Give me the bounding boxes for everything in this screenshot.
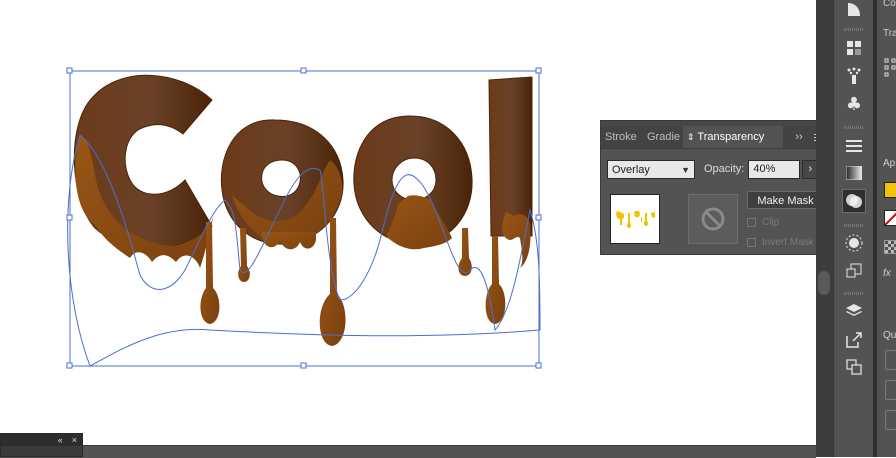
panel-label-transform: Tra bbox=[883, 28, 896, 39]
quick-action-button-2[interactable] bbox=[885, 380, 896, 400]
transparency-circles-icon[interactable] bbox=[842, 189, 866, 213]
export-icon[interactable] bbox=[842, 328, 866, 352]
letter-l-shape bbox=[488, 76, 533, 237]
invert-mask-label: Invert Mask bbox=[762, 237, 814, 248]
collapsed-panel: « × bbox=[0, 433, 83, 457]
gradient-icon[interactable] bbox=[842, 161, 866, 185]
caramel-drip-l bbox=[502, 212, 531, 268]
opacity-checker-icon[interactable] bbox=[884, 240, 896, 254]
chevron-down-icon: ▼ bbox=[681, 164, 690, 175]
clip-label: Clip bbox=[762, 217, 780, 228]
blend-mode-value: Overlay bbox=[612, 163, 650, 176]
caramel-drip-o1-bumps bbox=[262, 232, 316, 250]
tab-gradient[interactable]: Gradie bbox=[643, 126, 683, 148]
caramel-drip-short-1 bbox=[238, 228, 250, 282]
panel-dock-icons: ♣ bbox=[833, 0, 873, 457]
reference-point-icon[interactable] bbox=[884, 58, 896, 78]
handle-bottom-right bbox=[535, 362, 542, 369]
collapse-panel-button[interactable]: ›› bbox=[790, 126, 808, 148]
panel-label-quick-actions: Qu bbox=[883, 330, 896, 341]
graphic-styles-icon[interactable] bbox=[842, 259, 866, 283]
stroke-swatch[interactable] bbox=[884, 210, 896, 226]
caramel-drip-long-2 bbox=[319, 218, 346, 346]
clip-checkbox-box bbox=[747, 218, 756, 227]
blend-mode-dropdown[interactable]: Overlay ▼ bbox=[607, 159, 695, 179]
opacity-input[interactable]: 40% bbox=[748, 159, 801, 179]
no-mask-icon bbox=[701, 207, 725, 231]
invert-mask-checkbox[interactable]: Invert Mask bbox=[747, 237, 814, 248]
quick-action-button-3[interactable] bbox=[885, 410, 896, 430]
caramel-drip-long-3 bbox=[485, 236, 506, 324]
transparency-panel: Stroke Gradie ⇕ Transparency ›› Overlay … bbox=[600, 120, 829, 255]
artboards-icon[interactable] bbox=[842, 355, 866, 379]
make-mask-button[interactable]: Make Mask bbox=[747, 191, 824, 209]
handle-top-mid bbox=[300, 67, 307, 74]
clip-checkbox[interactable]: Clip bbox=[747, 217, 779, 228]
handle-top-right bbox=[535, 67, 542, 74]
caramel-drip-short-2 bbox=[458, 228, 472, 276]
collapse-button[interactable]: « bbox=[58, 434, 63, 446]
layers-icon[interactable] bbox=[842, 299, 866, 323]
panel-tabs: Stroke Gradie ⇕ Transparency ›› bbox=[601, 126, 828, 149]
panel-label-appearance: Ap bbox=[883, 158, 896, 169]
handle-mid-right bbox=[535, 214, 542, 221]
scrollbar-thumb[interactable] bbox=[818, 271, 830, 295]
expanded-panels-column: Co Tra Ap fx Qu bbox=[877, 0, 896, 457]
close-button[interactable]: × bbox=[72, 434, 77, 446]
fill-swatch[interactable] bbox=[884, 182, 896, 198]
handle-bottom-mid bbox=[300, 362, 307, 369]
blend-opacity-row: Overlay ▼ Opacity: 40% › bbox=[607, 158, 819, 180]
stroke-lines-icon[interactable] bbox=[842, 134, 866, 158]
tab-transparency-label: Transparency bbox=[697, 131, 765, 143]
swatch-grid-icon[interactable] bbox=[842, 36, 866, 60]
invert-mask-checkbox-box bbox=[747, 238, 756, 247]
updown-arrows-icon: ⇕ bbox=[687, 132, 695, 142]
symbols-sprayer-icon[interactable] bbox=[842, 64, 866, 88]
tab-stroke[interactable]: Stroke bbox=[601, 126, 643, 148]
opacity-mask-slot[interactable] bbox=[688, 194, 738, 244]
quick-action-button-1[interactable] bbox=[885, 350, 896, 370]
brush-library-icon[interactable] bbox=[842, 0, 866, 20]
appearance-sun-icon[interactable] bbox=[842, 231, 866, 255]
panel-label-fx: fx bbox=[883, 268, 891, 279]
panel-label-color: Co bbox=[883, 0, 896, 9]
handle-mid-left bbox=[66, 214, 73, 221]
collapsed-panel-header: « × bbox=[1, 434, 82, 446]
artwork-thumbnail[interactable] bbox=[610, 194, 660, 244]
opacity-label: Opacity: bbox=[704, 163, 745, 175]
club-symbol-icon[interactable]: ♣ bbox=[842, 92, 866, 116]
handle-bottom-left bbox=[66, 362, 73, 369]
horizontal-scrollbar[interactable] bbox=[0, 445, 816, 458]
handle-top-left bbox=[66, 67, 73, 74]
tab-transparency[interactable]: ⇕ Transparency bbox=[683, 126, 783, 148]
vertical-scrollbar[interactable] bbox=[816, 0, 833, 457]
thumbnail-preview bbox=[616, 211, 655, 228]
